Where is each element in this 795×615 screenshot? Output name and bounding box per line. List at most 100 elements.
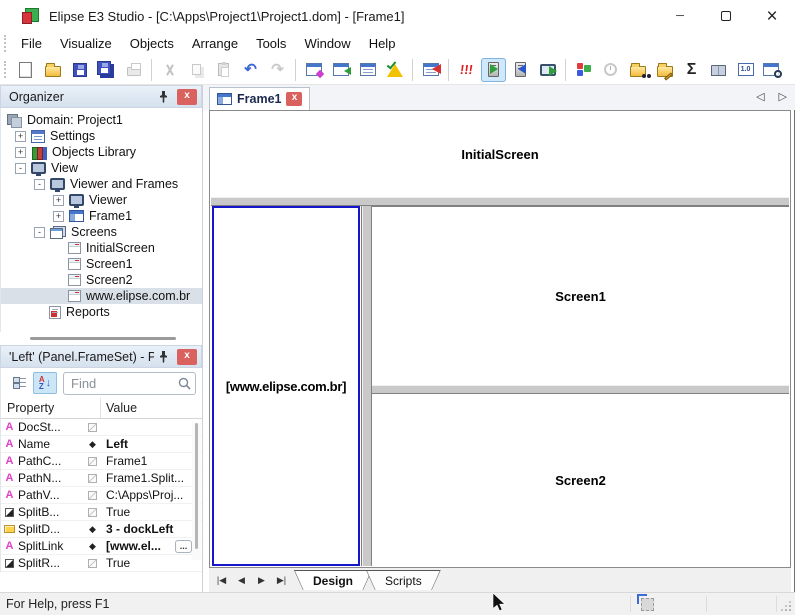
run-viewer-icon[interactable] [535,58,560,82]
print-icon[interactable] [121,58,146,82]
window-zoom-icon[interactable] [760,58,785,82]
toolbar-grip[interactable] [4,61,6,78]
decimal-places-icon[interactable] [733,58,758,82]
property-value[interactable]: True [101,556,202,570]
close-button[interactable] [749,0,795,32]
properties-close-button[interactable] [177,348,197,365]
tab-close-button[interactable] [286,92,303,106]
properties-vertical-scrollbar[interactable] [192,423,201,560]
horizontal-splitter[interactable] [211,197,789,206]
property-row[interactable]: SplitLink [www.el...... [1,538,202,555]
tree-item-viewer[interactable]: + Viewer [1,192,202,208]
domain-options-icon[interactable] [418,58,443,82]
cut-icon[interactable] [157,58,182,82]
frame-screen2[interactable]: Screen2 [372,394,789,566]
expand-icon[interactable]: + [15,146,26,158]
tab-scroll-right-icon[interactable] [779,92,787,103]
property-row[interactable]: SplitR... True [1,555,202,572]
paste-icon[interactable] [211,58,236,82]
menu-window[interactable]: Window [295,32,359,55]
frame-initialscreen[interactable]: InitialScreen [211,112,789,197]
copy-icon[interactable] [184,58,209,82]
maximize-button[interactable] [703,0,749,32]
menu-arrange[interactable]: Arrange [183,32,247,55]
tree-item-viewer-and-frames[interactable]: - Viewer and Frames [1,176,202,192]
save-icon[interactable] [67,58,92,82]
collapse-icon[interactable]: - [15,162,26,174]
property-column-header[interactable]: Property [1,398,101,418]
last-sheet-icon[interactable] [273,573,290,588]
tree-item-reports[interactable]: Reports [1,304,202,320]
menu-help[interactable]: Help [360,32,405,55]
redo-icon[interactable]: ↷ [265,58,290,82]
scrollbar-thumb[interactable] [30,337,176,340]
next-sheet-icon[interactable] [253,573,270,588]
organizer-close-button[interactable] [177,88,197,105]
previous-sheet-icon[interactable] [233,573,250,588]
tree-horizontal-scrollbar[interactable] [0,332,202,345]
run-application-icon[interactable] [481,57,506,82]
screen-gallery-icon[interactable] [355,58,380,82]
tree-item-objects-library[interactable]: + Objects Library [1,144,202,160]
save-all-icon[interactable] [94,58,119,82]
find-in-domain-icon[interactable] [625,58,650,82]
property-row[interactable]: Name Left [1,436,202,453]
frame-left-selected[interactable]: [www.elipse.com.br] [212,206,360,566]
sum-icon[interactable]: Σ [679,58,704,82]
property-row[interactable]: DocSt... [1,419,202,436]
find-input[interactable] [71,375,178,391]
tree-item-domain[interactable]: Domain: Project1 [1,112,202,128]
menu-file[interactable]: File [12,32,51,55]
property-row[interactable]: PathC... Frame1 [1,453,202,470]
expand-icon[interactable]: + [53,210,64,222]
property-value[interactable]: C:\Apps\Proj... [101,488,202,502]
expand-icon[interactable]: + [53,194,64,206]
run-studio-icon[interactable] [508,58,533,82]
property-row[interactable]: PathV... C:\Apps\Proj... [1,487,202,504]
pin-icon[interactable] [154,88,172,105]
property-row[interactable]: SplitD... 3 - dockLeft [1,521,202,538]
pin-icon[interactable] [154,348,172,365]
tree-item-initialscreen[interactable]: InitialScreen [1,240,202,256]
property-value[interactable]: True [101,505,202,519]
tab-scroll-left-icon[interactable] [756,92,764,103]
tree-item-view[interactable]: - View [1,160,202,176]
property-value[interactable]: [www.el...... [101,539,202,553]
property-value[interactable]: Frame1 [101,454,202,468]
menu-objects[interactable]: Objects [121,32,183,55]
menu-visualize[interactable]: Visualize [51,32,121,55]
property-value[interactable]: Left [101,437,202,451]
alphabetical-sort-button[interactable] [33,372,57,394]
ellipsis-button[interactable]: ... [175,539,192,553]
collapse-icon[interactable]: - [34,226,45,238]
scrollbar-thumb[interactable] [195,423,198,550]
verify-domain-icon[interactable] [382,58,407,82]
critical-alarms-icon[interactable]: !!! [454,58,479,82]
collapse-icon[interactable]: - [34,178,45,190]
property-row[interactable]: SplitB... True [1,504,202,521]
tree-item-www-elipse[interactable]: www.elipse.com.br [1,288,202,304]
tree-item-settings[interactable]: + Settings [1,128,202,144]
tab-design[interactable]: Design [294,570,372,590]
categorized-view-button[interactable] [7,372,31,394]
property-row[interactable]: PathN... Frame1.Split... [1,470,202,487]
horizontal-splitter[interactable] [372,385,789,394]
tree-item-frame1[interactable]: + Frame1 [1,208,202,224]
documentation-icon[interactable] [706,58,731,82]
import-screen-icon[interactable] [328,58,353,82]
tab-scripts[interactable]: Scripts [366,570,441,590]
menu-grip[interactable] [4,35,6,52]
first-sheet-icon[interactable] [213,573,230,588]
new-icon[interactable] [13,58,38,82]
property-value[interactable]: Frame1.Split... [101,471,202,485]
frame-screen1[interactable]: Screen1 [372,206,789,385]
menu-tools[interactable]: Tools [247,32,295,55]
tab-frame1[interactable]: Frame1 [209,87,311,110]
tree-item-screen1[interactable]: Screen1 [1,256,202,272]
undo-icon[interactable]: ↶ [238,58,263,82]
resize-grip[interactable] [789,609,791,611]
vertical-splitter[interactable] [361,206,372,566]
watch-icon[interactable] [598,58,623,82]
tree-item-screen2[interactable]: Screen2 [1,272,202,288]
expand-icon[interactable]: + [15,130,26,142]
